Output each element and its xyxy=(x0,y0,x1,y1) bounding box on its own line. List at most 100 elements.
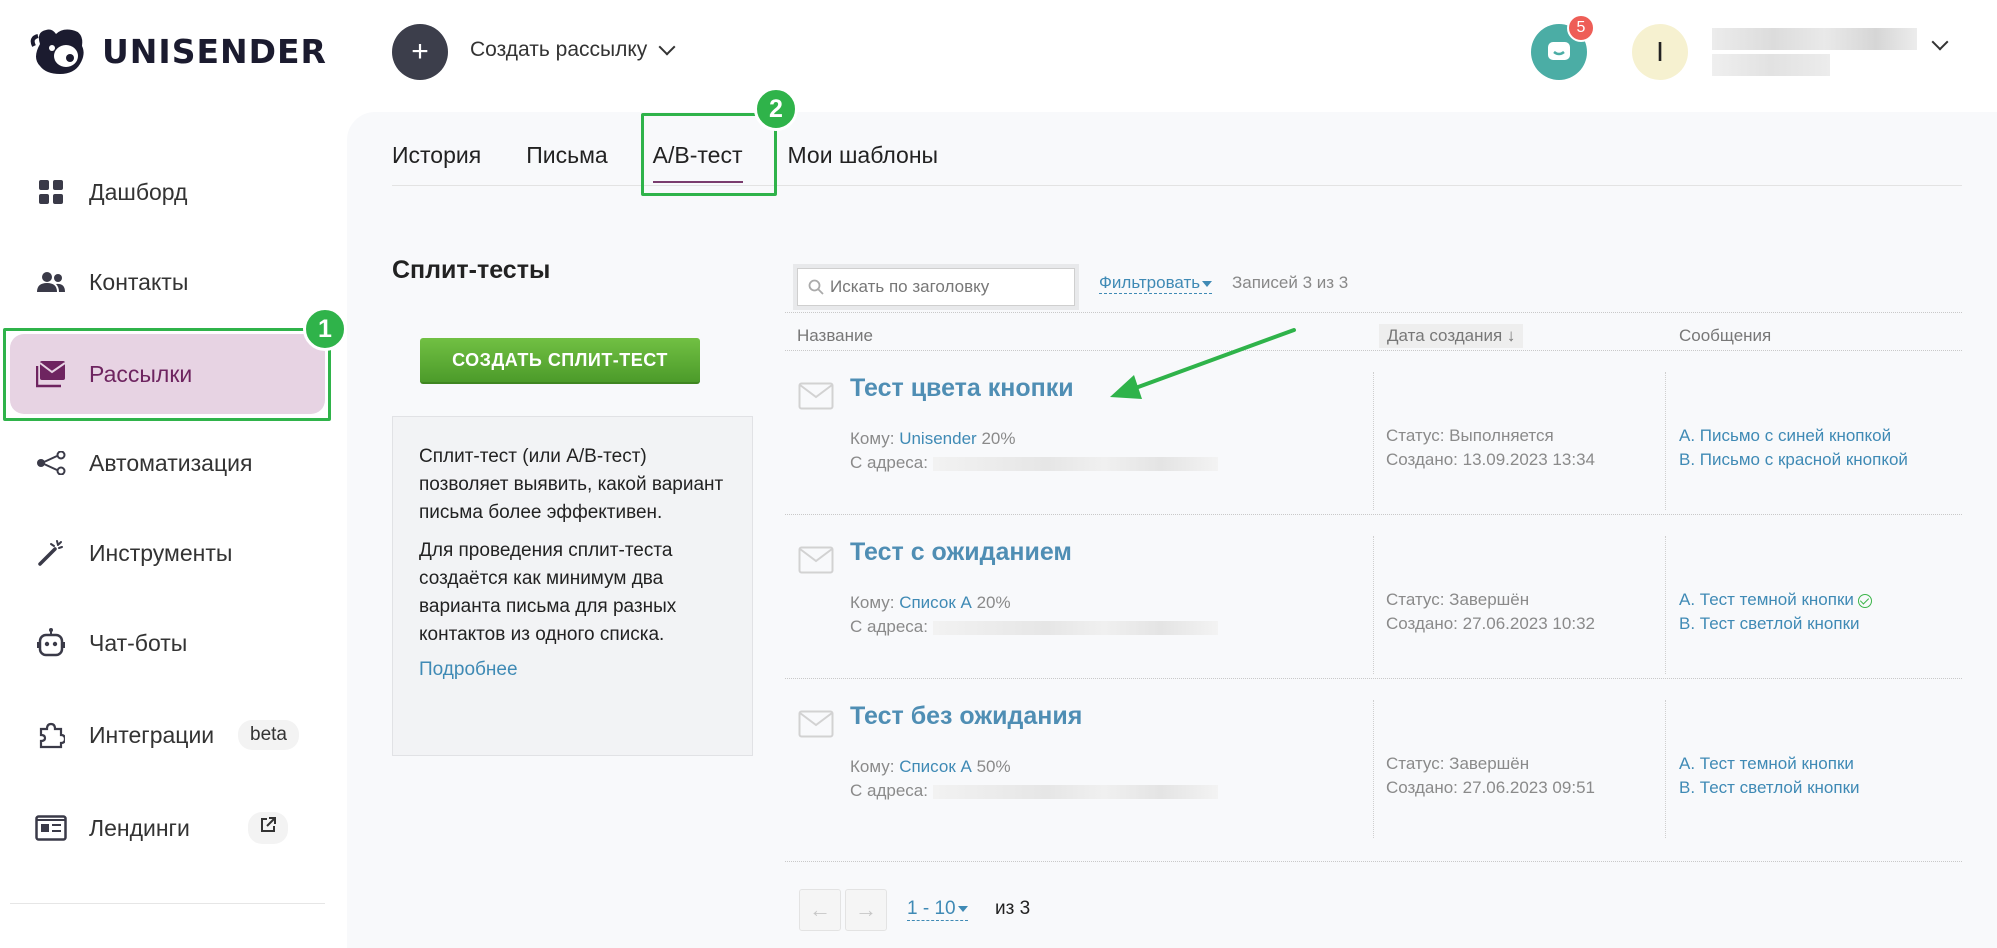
search-icon xyxy=(808,279,824,295)
prev-page-button[interactable]: ← xyxy=(799,889,841,931)
message-link-a[interactable]: A. Тест темной кнопки xyxy=(1679,590,1854,609)
filter-dropdown[interactable]: Фильтровать xyxy=(1099,273,1213,294)
records-count: Записей 3 из 3 xyxy=(1232,273,1349,292)
info-text-1: Сплит-тест (или A/B-тест) позволяет выяв… xyxy=(419,446,724,523)
row-divider xyxy=(785,514,1962,515)
sidebar-item-label: Инструменты xyxy=(89,539,233,566)
create-campaign-label: Создать рассылку xyxy=(470,38,648,61)
sidebar-item-landings[interactable]: Лендинги xyxy=(10,788,325,868)
row-divider xyxy=(785,678,1962,679)
sidebar-item-label: Лендинги xyxy=(89,814,190,841)
external-link-icon[interactable] xyxy=(248,812,288,844)
tab-history[interactable]: История xyxy=(392,142,481,169)
puzzle-icon xyxy=(34,718,68,752)
search-field[interactable] xyxy=(797,268,1075,306)
info-text-2: Для проведения сплит-теста создаётся как… xyxy=(419,540,677,645)
sidebar-item-label: Дашборд xyxy=(89,178,188,205)
user-menu-chevron-icon[interactable] xyxy=(1931,33,1949,51)
winner-check-icon xyxy=(1857,593,1872,608)
row-recipients: Кому: Список А 20% С адреса: xyxy=(850,591,1218,639)
column-divider xyxy=(1665,700,1666,838)
message-link-b[interactable]: B. Письмо с красной кнопкой xyxy=(1679,448,1908,472)
annotation-badge-2: 2 xyxy=(754,87,798,131)
sidebar-item-label: Интеграции xyxy=(89,721,215,748)
row-status: Статус: Завершён Создано: 27.06.2023 10:… xyxy=(1386,590,1595,633)
page-range-label: 1 - 10 xyxy=(907,898,956,919)
chat-icon xyxy=(1548,42,1570,60)
user-email-redacted xyxy=(1712,54,1830,76)
envelope-icon xyxy=(798,546,834,574)
tab-letters[interactable]: Письма xyxy=(526,142,607,169)
message-link-a[interactable]: A. Письмо с синей кнопкой xyxy=(1679,424,1908,448)
list-link[interactable]: Unisender xyxy=(899,429,977,448)
sidebar-item-label: Чат-боты xyxy=(89,629,188,656)
annotation-arrow-icon xyxy=(1110,328,1296,399)
chevron-down-icon xyxy=(658,38,676,56)
sidebar-item-contacts[interactable]: Контакты xyxy=(10,242,325,322)
sidebar-item-label: Автоматизация xyxy=(89,449,253,476)
row-messages: A. Тест темной кнопки B. Тест светлой кн… xyxy=(1679,752,1860,800)
row-recipients: Кому: Unisender 20% С адреса: xyxy=(850,427,1218,475)
row-status: Статус: Выполняется Создано: 13.09.2023 … xyxy=(1386,426,1595,469)
caret-down-icon xyxy=(957,905,968,912)
column-header-name: Название xyxy=(797,326,873,345)
create-campaign-dropdown[interactable]: Создать рассылку xyxy=(470,38,676,62)
envelope-icon xyxy=(798,382,834,410)
magic-wand-icon xyxy=(34,536,68,570)
table-header-line xyxy=(785,350,1962,351)
split-test-title[interactable]: Тест цвета кнопки xyxy=(850,374,1074,403)
user-name-redacted xyxy=(1712,28,1917,50)
sidebar-item-tools[interactable]: Инструменты xyxy=(10,513,325,593)
sender-address-redacted xyxy=(932,620,1218,635)
create-split-test-button[interactable]: СОЗДАТЬ СПЛИТ-ТЕСТ xyxy=(420,338,700,384)
row-messages: A. Письмо с синей кнопкой B. Письмо с кр… xyxy=(1679,424,1908,472)
page-title: Сплит-тесты xyxy=(392,256,551,284)
row-divider xyxy=(785,861,1962,862)
table-top-line xyxy=(785,312,1962,313)
sidebar-divider xyxy=(10,903,325,904)
split-test-title[interactable]: Тест без ожидания xyxy=(850,702,1082,731)
row-status: Статус: Завершён Создано: 27.06.2023 09:… xyxy=(1386,754,1595,797)
column-divider xyxy=(1373,372,1374,510)
tab-my-templates[interactable]: Мои шаблоны xyxy=(788,142,939,169)
sender-address-redacted xyxy=(932,784,1218,799)
sender-address-redacted xyxy=(932,456,1218,471)
highlight-box-2 xyxy=(641,113,777,196)
more-link[interactable]: Подробнее xyxy=(419,659,518,680)
logo[interactable]: UNISENDER xyxy=(30,26,327,76)
sidebar-item-dashboard[interactable]: Дашборд xyxy=(10,152,325,232)
highlight-box-1 xyxy=(3,328,331,421)
next-page-button[interactable]: → xyxy=(845,889,887,931)
avatar[interactable]: I xyxy=(1632,24,1688,80)
annotation-badge-1: 1 xyxy=(303,307,347,351)
create-campaign-button[interactable]: + xyxy=(392,24,448,80)
sidebar-item-label: Контакты xyxy=(89,268,189,295)
page-size-dropdown[interactable]: 1 - 10 xyxy=(907,898,968,921)
notification-badge: 5 xyxy=(1567,14,1595,42)
column-divider xyxy=(1665,372,1666,510)
row-messages: A. Тест темной кнопки B. Тест светлой кн… xyxy=(1679,588,1872,636)
beta-badge: beta xyxy=(238,720,299,750)
automation-icon xyxy=(34,446,68,480)
sidebar-item-integrations[interactable]: Интеграции beta xyxy=(10,695,325,775)
envelope-icon xyxy=(798,710,834,738)
message-link-b[interactable]: B. Тест светлой кнопки xyxy=(1679,776,1860,800)
tabs-divider xyxy=(392,185,1962,186)
list-link[interactable]: Список А xyxy=(899,757,972,776)
logo-text: UNISENDER xyxy=(102,31,327,71)
list-link[interactable]: Список А xyxy=(899,593,972,612)
caret-down-icon xyxy=(1202,280,1213,287)
search-input[interactable] xyxy=(830,277,1060,297)
contacts-icon xyxy=(34,265,68,299)
robot-icon xyxy=(34,626,68,660)
landing-icon xyxy=(34,811,68,845)
page-total: из 3 xyxy=(995,898,1031,919)
message-link-b[interactable]: B. Тест светлой кнопки xyxy=(1679,612,1872,636)
logo-icon xyxy=(30,29,84,74)
message-link-a[interactable]: A. Тест темной кнопки xyxy=(1679,752,1860,776)
sidebar-item-automation[interactable]: Автоматизация xyxy=(10,423,325,503)
column-header-date[interactable]: Дата создания ↓ xyxy=(1379,324,1524,348)
sidebar-item-chatbots[interactable]: Чат-боты xyxy=(10,603,325,683)
split-test-title[interactable]: Тест с ожиданием xyxy=(850,538,1072,567)
row-recipients: Кому: Список А 50% С адреса: xyxy=(850,755,1218,803)
